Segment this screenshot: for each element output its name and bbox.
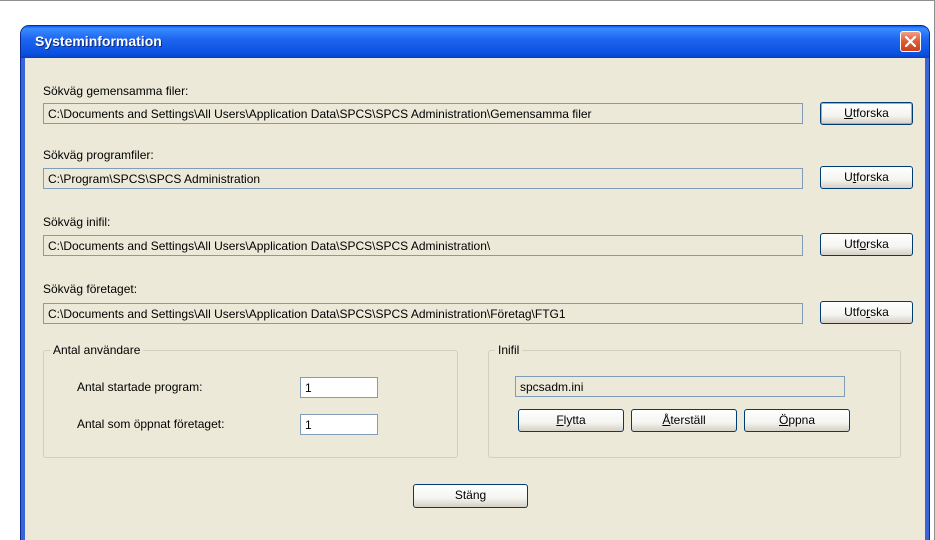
started-programs-label: Antal startade program: <box>77 380 203 394</box>
company-path-field[interactable]: C:\Documents and Settings\All Users\Appl… <box>43 303 803 324</box>
explore-ini-file-button[interactable]: Utforska <box>820 233 913 256</box>
users-group: Antal användare Antal startade program: … <box>43 343 458 458</box>
background-edge-top <box>0 0 935 1</box>
system-information-dialog: Systeminformation Sökväg gemensamma file… <box>21 26 929 540</box>
opened-company-label: Antal som öppnat företaget: <box>77 417 225 431</box>
common-files-path-label: Sökväg gemensamma filer: <box>43 84 189 98</box>
started-programs-field[interactable]: 1 <box>300 377 378 398</box>
dialog-title: Systeminformation <box>35 33 162 49</box>
explore-common-files-button[interactable]: Utforska <box>820 102 913 125</box>
explore-company-button[interactable]: Utforska <box>820 301 913 324</box>
users-group-legend: Antal användare <box>50 343 144 357</box>
ini-file-path-label: Sökväg inifil: <box>43 215 111 229</box>
opened-company-field[interactable]: 1 <box>300 414 378 435</box>
common-files-path-field[interactable]: C:\Documents and Settings\All Users\Appl… <box>43 103 803 124</box>
close-icon[interactable] <box>900 31 921 52</box>
ini-file-name-field[interactable]: spcsadm.ini <box>515 376 845 397</box>
dialog-body: Sökväg gemensamma filer: C:\Documents an… <box>25 58 925 540</box>
program-files-path-label: Sökväg programfiler: <box>43 148 154 162</box>
ini-file-group-legend: Inifil <box>495 343 523 357</box>
move-button[interactable]: Flytta <box>518 409 624 432</box>
program-files-path-field[interactable]: C:\Program\SPCS\SPCS Administration <box>43 168 803 189</box>
company-path-label: Sökväg företaget: <box>43 282 138 296</box>
close-button[interactable]: Stäng <box>413 484 528 508</box>
title-bar[interactable]: Systeminformation <box>21 26 929 58</box>
reset-button[interactable]: Återställ <box>631 409 737 432</box>
explore-program-files-button[interactable]: Utforska <box>820 166 913 189</box>
open-button[interactable]: Öppna <box>744 409 850 432</box>
ini-file-group: Inifil spcsadm.ini Flytta Återställ Öppn… <box>488 343 901 458</box>
ini-file-path-field[interactable]: C:\Documents and Settings\All Users\Appl… <box>43 235 803 256</box>
